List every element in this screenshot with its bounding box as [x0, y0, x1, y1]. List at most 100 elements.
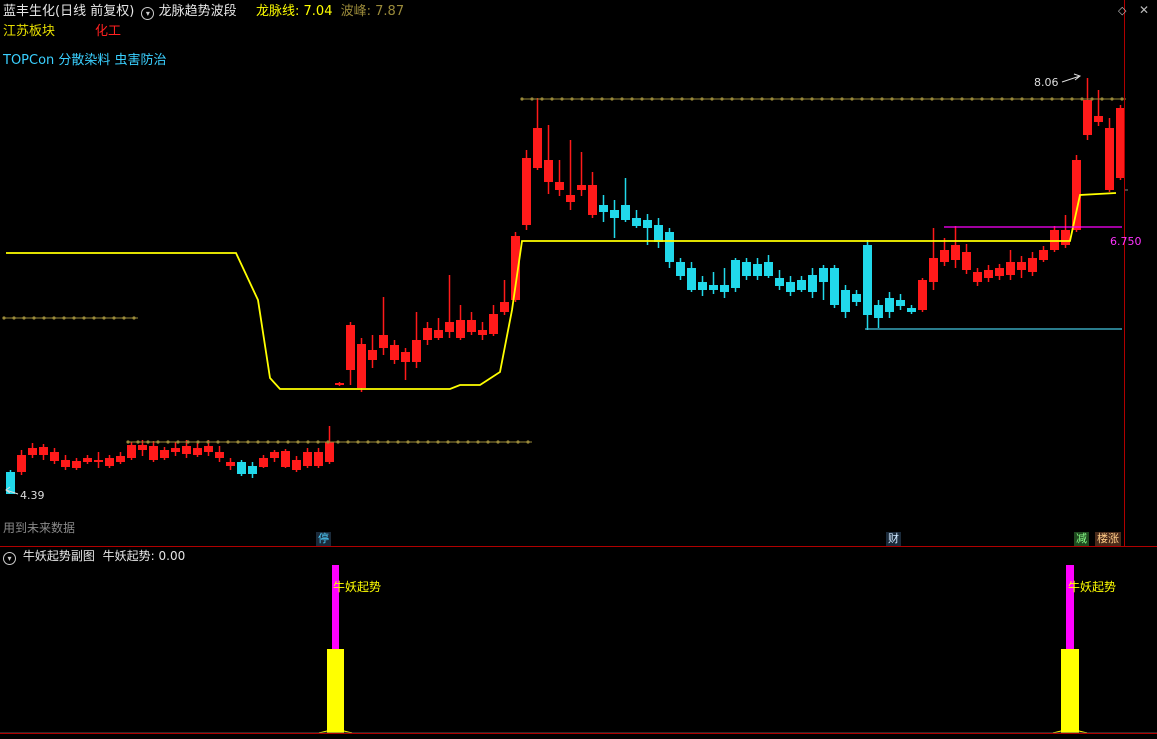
- dotted-level-dot: [406, 440, 410, 444]
- dotted-level-dot: [336, 440, 340, 444]
- candle-body: [1028, 258, 1037, 272]
- indicator-values: 龙脉线: 7.04 波峰: 7.87: [256, 4, 404, 20]
- candle-body: [1083, 100, 1092, 135]
- dotted-level-dot: [286, 440, 290, 444]
- dotted-level-dot: [530, 97, 534, 101]
- candle-body: [456, 320, 465, 338]
- dotted-level-dot: [600, 97, 604, 101]
- dotted-level-dot: [366, 440, 370, 444]
- dotted-level-dot: [1040, 97, 1044, 101]
- candle-body: [467, 320, 476, 332]
- finance-marker[interactable]: 财: [886, 532, 901, 546]
- candle-body: [577, 185, 586, 190]
- dotted-level-dot: [950, 97, 954, 101]
- candle-body: [72, 461, 81, 468]
- candle-body: [896, 300, 905, 306]
- candle-body: [204, 446, 213, 452]
- dotted-level-dot: [496, 440, 500, 444]
- candle: [1116, 105, 1125, 180]
- candle-body: [314, 452, 323, 466]
- dotted-level-dot: [590, 97, 594, 101]
- candle-body: [434, 330, 443, 338]
- candle-body: [83, 458, 92, 462]
- dotted-level-dot: [930, 97, 934, 101]
- reduce-marker[interactable]: 减: [1074, 532, 1089, 546]
- dotted-level-dot: [560, 97, 564, 101]
- dotted-level-dot: [910, 97, 914, 101]
- close-icon[interactable]: ✕: [1139, 3, 1149, 17]
- candle-body: [830, 268, 839, 305]
- sub-value: 0.00: [158, 549, 186, 563]
- dotted-level-dot: [126, 440, 130, 444]
- candle-body: [368, 350, 377, 360]
- candle-body: [852, 294, 861, 302]
- dotted-level-dot: [206, 440, 210, 444]
- candle-body: [28, 448, 37, 455]
- candle-body: [841, 290, 850, 312]
- dotted-level-dot: [750, 97, 754, 101]
- candle-body: [1017, 262, 1026, 270]
- candle-body: [687, 268, 696, 290]
- candle-body: [357, 344, 366, 388]
- dotted-level-dot: [446, 440, 450, 444]
- dotted-level-dot: [1060, 97, 1064, 101]
- dotted-level-dot: [236, 440, 240, 444]
- candle-body: [346, 325, 355, 370]
- diamond-icon[interactable]: ◇: [1118, 4, 1126, 17]
- candle-body: [390, 345, 399, 360]
- candle-body: [105, 458, 114, 466]
- limit-up-marker[interactable]: 楼涨: [1095, 532, 1121, 546]
- sub-indicator-chart[interactable]: [0, 548, 1157, 739]
- dotted-level-dot: [526, 440, 530, 444]
- indicator-name[interactable]: 龙脉趋势波段: [159, 4, 237, 19]
- dotted-level-dot: [1090, 97, 1094, 101]
- candle: [281, 449, 290, 468]
- header-bar: 蓝丰生化(日线 前复权) ▾ 龙脉趋势波段: [3, 4, 237, 20]
- dotted-level-dot: [226, 440, 230, 444]
- concept-tags[interactable]: TOPCon 分散染料 虫害防治: [3, 53, 167, 69]
- dotted-level-dot: [1100, 97, 1104, 101]
- candle-body: [929, 258, 938, 282]
- dotted-level-dot: [296, 440, 300, 444]
- dotted-level-dot: [346, 440, 350, 444]
- dotted-level-dot: [880, 97, 884, 101]
- sub-panel-title[interactable]: 牛妖起势副图: [23, 549, 95, 563]
- candle-body: [819, 268, 828, 282]
- stock-name[interactable]: 蓝丰生化(日线 前复权): [3, 4, 134, 19]
- candle-body: [138, 445, 147, 450]
- dotted-level-dot: [52, 316, 56, 320]
- dotted-level-dot: [112, 316, 116, 320]
- low-price-label: 4.39: [20, 489, 45, 502]
- candle-body: [951, 245, 960, 260]
- peak-value: 7.87: [375, 4, 405, 19]
- dotted-level-dot: [12, 316, 16, 320]
- industry-tag[interactable]: 化工: [95, 24, 121, 40]
- dotted-level-dot: [540, 97, 544, 101]
- dotted-level-dot: [690, 97, 694, 101]
- sub-panel-header: ▾ 牛妖起势副图 牛妖起势: 0.00: [3, 548, 185, 565]
- main-price-chart[interactable]: [0, 0, 1157, 548]
- candle-body: [292, 460, 301, 470]
- circle-chevron-down-icon[interactable]: ▾: [3, 552, 16, 565]
- dotted-level-dot: [1110, 97, 1114, 101]
- candle: [918, 278, 927, 312]
- candle: [357, 338, 366, 392]
- candle-body: [478, 330, 487, 335]
- candle-body: [588, 185, 597, 215]
- circle-chevron-down-icon[interactable]: ▾: [141, 7, 155, 20]
- dotted-level-dot: [920, 97, 924, 101]
- dotted-level-dot: [830, 97, 834, 101]
- dotted-level-dot: [680, 97, 684, 101]
- level-price-label: 6.750: [1110, 235, 1142, 248]
- candle-body: [270, 452, 279, 458]
- stop-marker[interactable]: 停: [316, 532, 331, 546]
- candle-body: [709, 285, 718, 290]
- candle: [1072, 155, 1081, 232]
- candle-body: [1116, 108, 1125, 178]
- candle: [665, 228, 674, 268]
- candle-body: [215, 452, 224, 458]
- region-tag[interactable]: 江苏板块: [3, 24, 55, 40]
- candle-body: [599, 205, 608, 212]
- candle-body: [643, 220, 652, 228]
- dotted-level-dot: [132, 316, 136, 320]
